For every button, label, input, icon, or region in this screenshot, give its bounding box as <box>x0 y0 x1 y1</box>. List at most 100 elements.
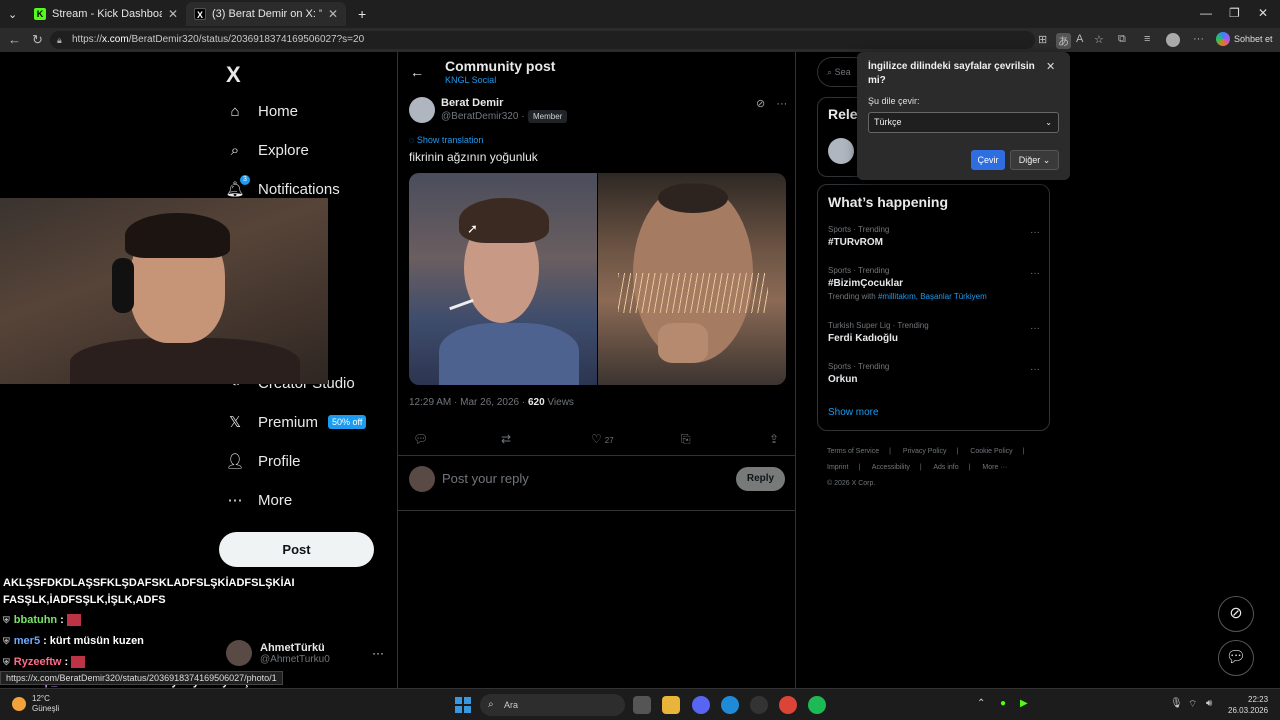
file-explorer-icon[interactable] <box>662 696 680 714</box>
like-button[interactable]: ♡ 27 <box>591 432 614 446</box>
spotify-icon[interactable] <box>808 696 826 714</box>
edge-icon[interactable] <box>721 696 739 714</box>
translate-icon[interactable]: あ <box>1056 33 1071 49</box>
nav-more[interactable]: ⋯ More <box>226 491 293 510</box>
footer-link[interactable]: Accessibility <box>872 464 910 471</box>
site-info-icon[interactable]: 🔒︎ <box>57 31 62 49</box>
trend-item[interactable]: Sports · Trending #TURvROM ··· <box>828 225 1043 248</box>
chevron-down-icon: ⌄ <box>1045 118 1052 127</box>
maximize-icon[interactable]: ❐ <box>1229 6 1240 20</box>
nav-explore[interactable]: ⌕ Explore <box>226 141 309 159</box>
trend-item[interactable]: Turkish Super Lig · Trending Ferdi Kadıo… <box>828 321 1043 344</box>
microphone-icon[interactable]: 🎙︎ <box>1170 698 1183 709</box>
copilot-icon <box>1216 32 1230 46</box>
close-window-icon[interactable]: ✕ <box>1258 6 1268 20</box>
footer-link[interactable]: Imprint <box>827 464 848 471</box>
play-tray-icon[interactable]: ▶ <box>1020 698 1028 709</box>
nav-home[interactable]: ⌂ Home <box>226 102 298 120</box>
bookmark-icon[interactable]: ⎘ <box>681 432 691 447</box>
back-arrow-icon[interactable]: ← <box>8 32 21 47</box>
tab-x-post[interactable]: X (3) Berat Demir on X: "fikrinin ağzı ✕ <box>186 2 346 26</box>
new-tab-button[interactable]: + <box>350 2 370 26</box>
discord-icon[interactable] <box>692 696 710 714</box>
show-more-link[interactable]: Show more <box>828 407 879 418</box>
chat-message: ⛨ bbatuhn: <box>3 614 303 627</box>
home-icon: ⌂ <box>230 102 240 120</box>
more-icon[interactable]: ··· <box>372 646 384 660</box>
nav-profile[interactable]: 👤︎ Profile <box>225 452 300 471</box>
more-options-icon[interactable]: ··· <box>1193 33 1204 45</box>
avatar[interactable] <box>828 138 854 164</box>
trend-item[interactable]: Sports · Trending #BizimÇocuklar Trendin… <box>828 266 1043 301</box>
translate-button[interactable]: Çevir <box>971 150 1005 170</box>
community-link[interactable]: KNGL Social <box>445 75 496 85</box>
page-title: Community post <box>445 58 556 74</box>
refresh-icon[interactable]: ↻ <box>32 32 43 48</box>
footer-link[interactable]: Ads info <box>933 464 958 471</box>
show-translation-link[interactable]: ◌ Show translation <box>409 135 483 145</box>
footer-link[interactable]: Terms of Service <box>827 448 879 455</box>
tab-kick-dashboard[interactable]: K Stream - Kick Dashboard ✕ <box>26 2 186 26</box>
author-name[interactable]: Berat Demir <box>441 97 503 109</box>
chrome-icon[interactable] <box>779 696 797 714</box>
trend-item[interactable]: Sports · Trending Orkun ··· <box>828 362 1043 385</box>
volume-icon[interactable]: 🔊︎ <box>1206 698 1212 709</box>
minimize-icon[interactable]: — <box>1200 6 1212 20</box>
reply-button[interactable]: Reply <box>736 467 785 491</box>
repost-icon[interactable]: ⇄ <box>501 432 511 446</box>
tab-title: Stream - Kick Dashboard <box>52 8 162 20</box>
url-field[interactable]: 🔒︎ https://x.com/BeratDemir320/status/203… <box>50 31 1035 49</box>
nav-premium[interactable]: 𝕏 Premium 50% off <box>226 413 367 431</box>
link-preview-status: https://x.com/BeratDemir320/status/20369… <box>0 671 283 685</box>
app-icon[interactable] <box>750 696 768 714</box>
copilot-chat-button[interactable]: Sohbet et <box>1216 32 1273 46</box>
chevron-up-icon[interactable]: ⌃ <box>977 698 985 709</box>
grok-button[interactable]: ⊘ <box>1218 596 1254 632</box>
avatar[interactable] <box>409 97 435 123</box>
close-icon[interactable]: ✕ <box>328 7 338 21</box>
footer-link[interactable]: Privacy Policy <box>903 448 947 455</box>
weather-widget[interactable]: 12°C Güneşli <box>12 694 59 714</box>
media-image-right[interactable] <box>597 173 786 385</box>
post-button[interactable]: Post <box>219 532 374 567</box>
more-icon[interactable]: ··· <box>1030 268 1040 279</box>
other-options-button[interactable]: Diğer ⌄ <box>1010 150 1059 170</box>
post-actions: 💬︎ ⇄ ♡ 27 ⎘ ⇪ <box>409 432 786 448</box>
media-image-left[interactable] <box>409 173 597 385</box>
more-icon[interactable]: ··· <box>1030 364 1040 375</box>
kick-tray-icon[interactable]: ● <box>1000 698 1006 709</box>
close-icon[interactable]: ✕ <box>1046 60 1055 73</box>
favorites-icon[interactable]: ≡ <box>1144 33 1150 45</box>
premium-discount-badge: 50% off <box>328 415 367 429</box>
more-icon[interactable]: ··· <box>1030 227 1040 238</box>
nav-notifications[interactable]: 🔔︎ 3 Notifications <box>225 175 340 198</box>
reply-icon[interactable]: 💬︎ <box>413 432 428 446</box>
author-handle[interactable]: @BeratDemir320 · <box>441 111 525 122</box>
profile-avatar-icon[interactable] <box>1166 33 1180 47</box>
more-icon[interactable]: ··· <box>776 98 787 110</box>
messages-button[interactable]: 💬︎ <box>1218 640 1254 676</box>
close-icon[interactable]: ✕ <box>168 7 178 21</box>
footer-link[interactable]: More ··· <box>982 464 1007 471</box>
grok-icon[interactable]: ⊘ <box>756 98 765 110</box>
tab-actions-button[interactable]: ⌄ <box>0 2 26 26</box>
share-icon[interactable]: ⇪ <box>769 432 779 446</box>
post-media[interactable] <box>409 173 786 385</box>
reply-input[interactable]: Post your reply <box>442 471 529 486</box>
start-button[interactable] <box>455 697 471 713</box>
more-icon[interactable]: ··· <box>1030 323 1040 334</box>
favorite-star-icon[interactable]: ☆ <box>1094 33 1104 46</box>
translate-popup: İngilizce dilindeki sayfalar çevrilsin m… <box>857 52 1070 180</box>
relevant-title: Rele <box>828 106 858 122</box>
extensions-icon[interactable]: ⧉ <box>1118 33 1126 46</box>
clock[interactable]: 22:23 26.03.2026 <box>1228 694 1268 716</box>
footer-link[interactable]: Cookie Policy <box>970 448 1012 455</box>
app-grid-icon[interactable]: ⊞ <box>1038 33 1047 46</box>
network-icon[interactable]: ⌔ <box>1188 698 1197 711</box>
back-arrow-icon[interactable]: ← <box>410 64 424 80</box>
x-logo-icon[interactable]: X <box>226 62 241 88</box>
taskbar-search[interactable]: ⌕ Ara <box>480 694 625 716</box>
read-aloud-icon[interactable]: A <box>1076 33 1083 45</box>
language-select[interactable]: Türkçe ⌄ <box>868 112 1059 133</box>
task-view-icon[interactable] <box>633 696 651 714</box>
